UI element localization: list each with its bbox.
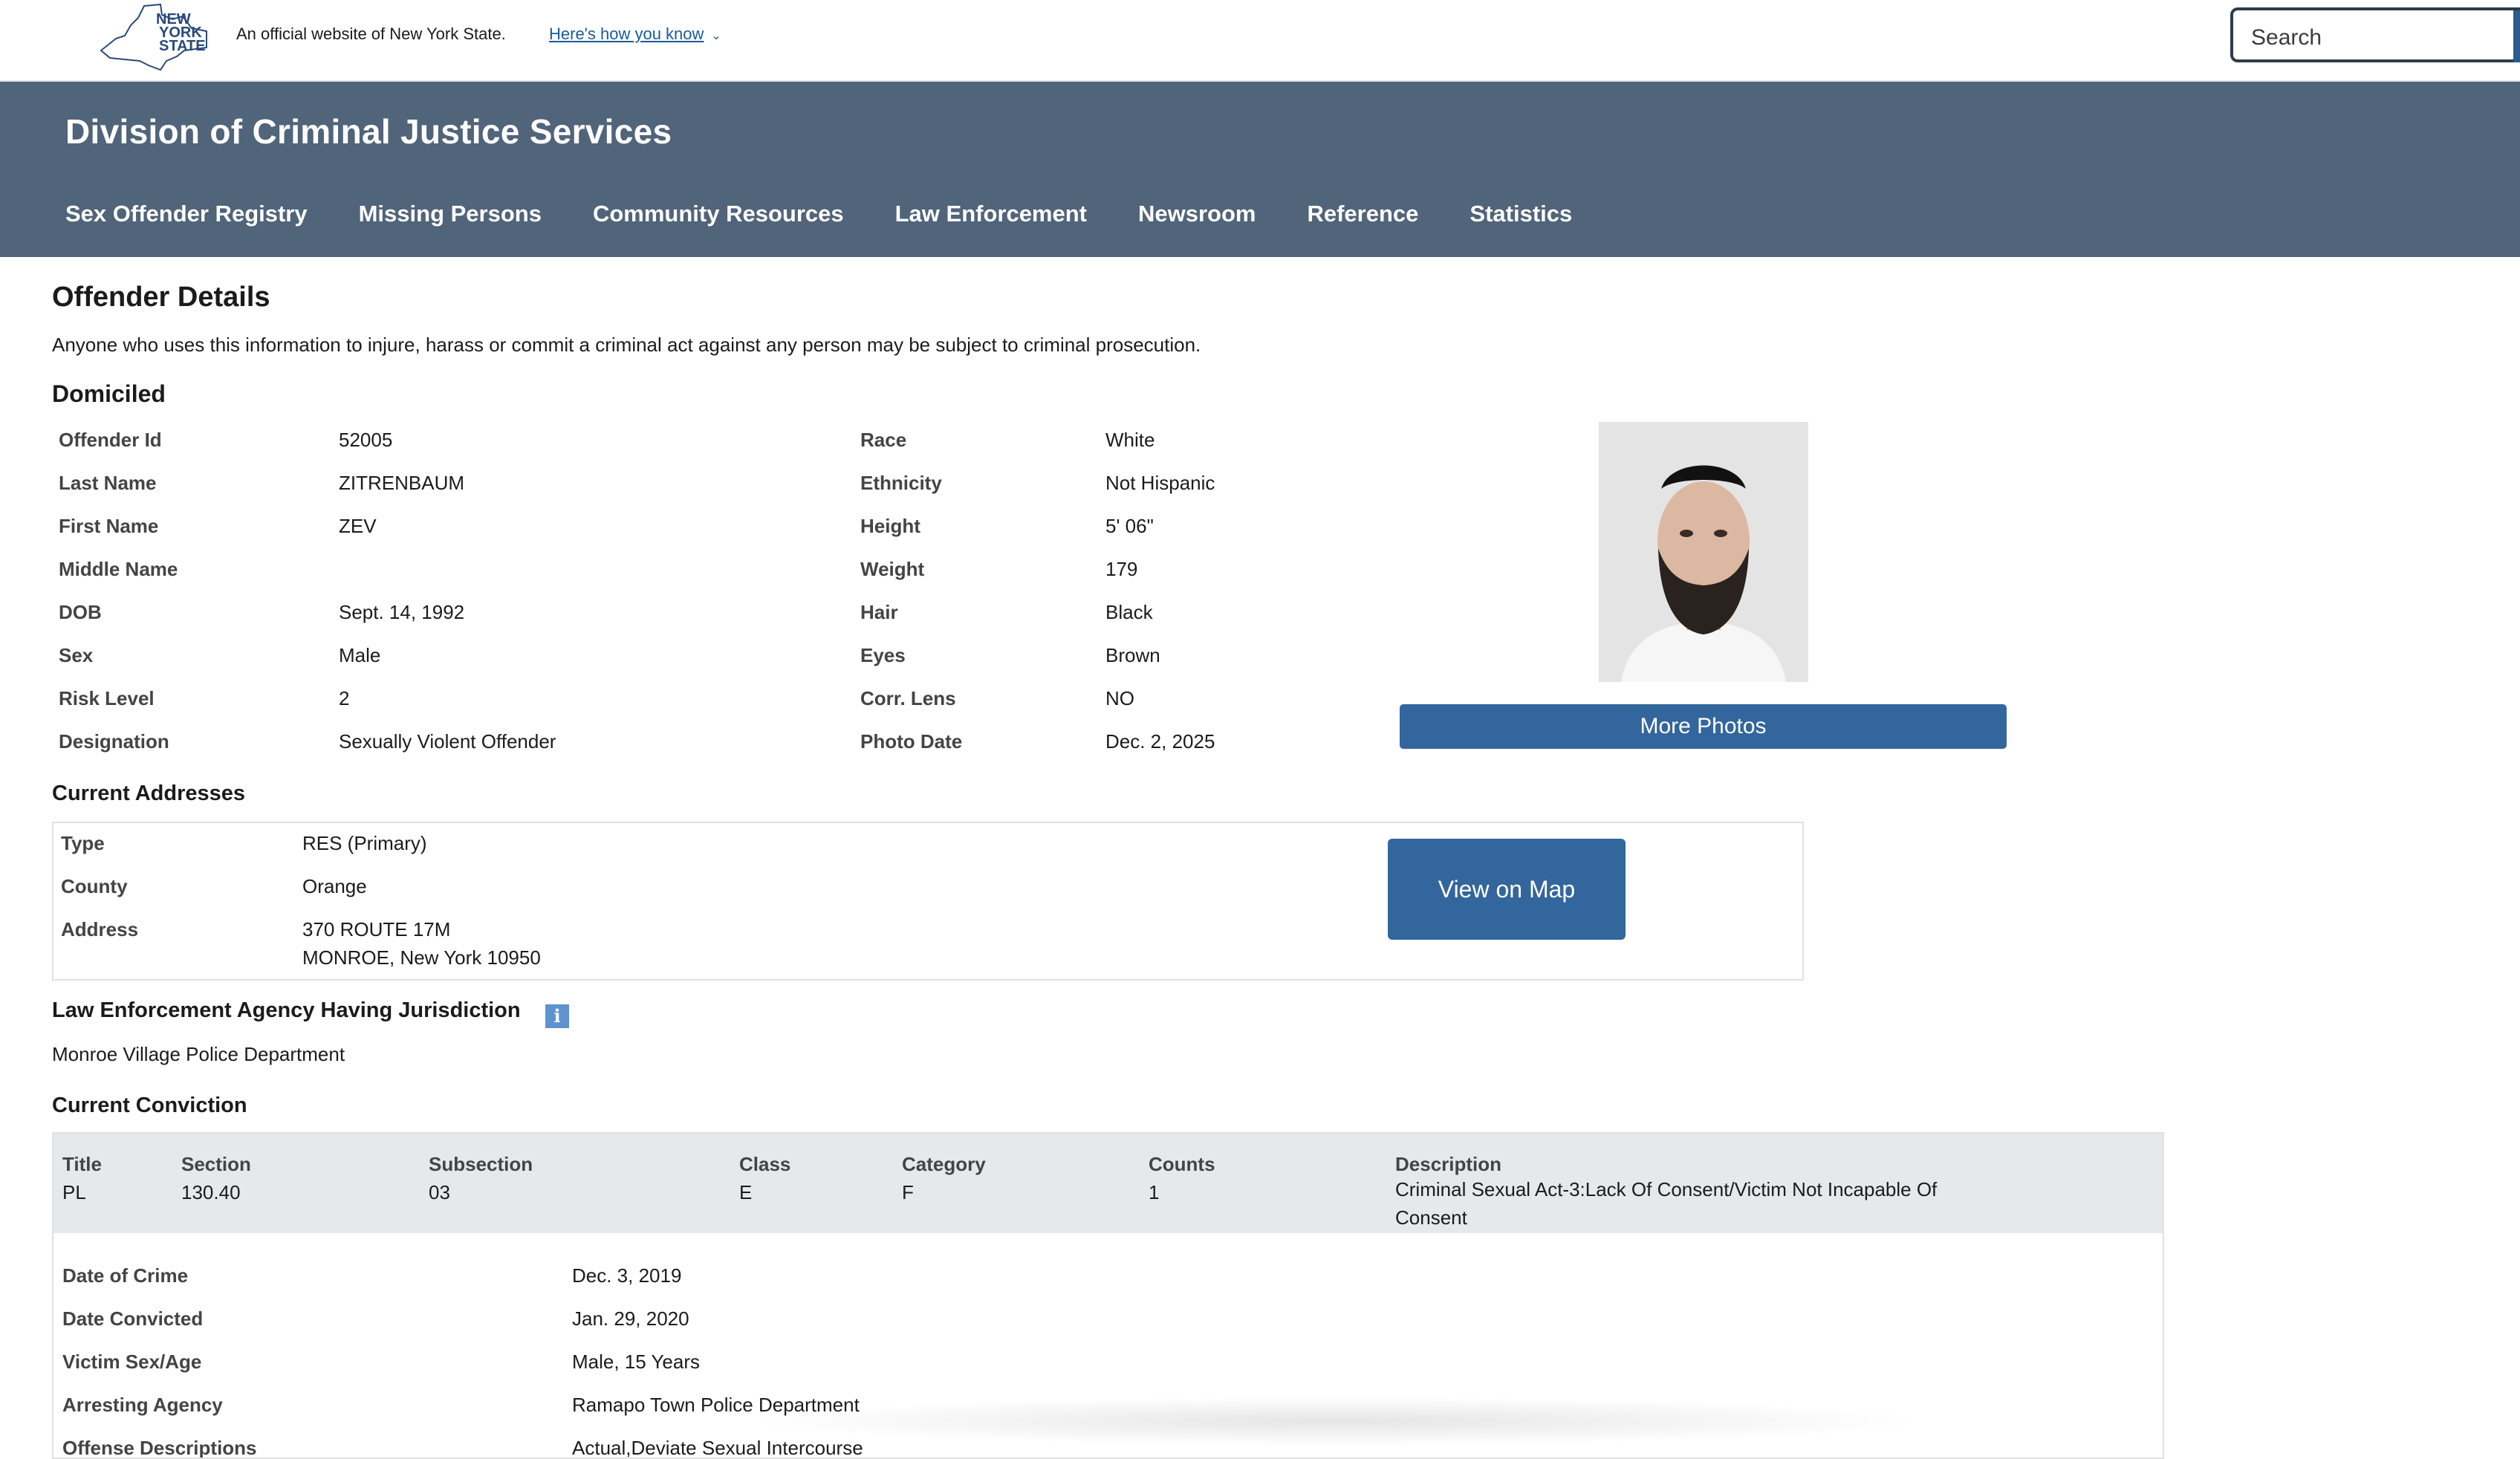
value-dob: Sept. 14, 1992 — [339, 601, 465, 623]
label-county: County — [61, 875, 128, 897]
label-date-of-crime: Date of Crime — [62, 1264, 189, 1287]
col-counts-value: 1 — [1149, 1181, 1160, 1203]
label-last-name: Last Name — [59, 472, 157, 494]
agency-header: Division of Criminal Justice Services Se… — [0, 82, 2520, 257]
nav-item-missing-persons[interactable]: Missing Persons — [359, 201, 542, 227]
official-website-text: An official website of New York State. — [236, 25, 506, 43]
value-ethnicity: Not Hispanic — [1105, 472, 1215, 494]
search-input[interactable]: Search — [2230, 7, 2520, 62]
col-title-header: Title — [62, 1153, 102, 1175]
agency-title[interactable]: Division of Criminal Justice Services — [65, 111, 672, 152]
label-risk-level: Risk Level — [59, 687, 155, 709]
offender-photo[interactable] — [1599, 422, 1808, 682]
jurisdiction-agency: Monroe Village Police Department — [52, 1043, 345, 1065]
value-address-line2: MONROE, New York 10950 — [302, 946, 541, 969]
value-arresting-agency: Ramapo Town Police Department — [572, 1394, 860, 1416]
label-address: Address — [61, 918, 139, 940]
nav-item-community-resources[interactable]: Community Resources — [593, 201, 844, 227]
label-offender-id: Offender Id — [59, 429, 162, 451]
value-last-name: ZITRENBAUM — [339, 472, 464, 494]
value-photo-date: Dec. 2, 2025 — [1105, 730, 1215, 753]
status-heading: Domiciled — [52, 380, 166, 407]
label-offense-descriptions: Offense Descriptions — [62, 1437, 257, 1459]
col-class-header: Class — [739, 1153, 791, 1175]
label-corr-lens: Corr. Lens — [860, 687, 956, 709]
value-county: Orange — [302, 875, 367, 897]
nys-logo-icon[interactable]: NEW YORK STATE — [95, 1, 211, 71]
offender-photo-illustration — [1599, 422, 1808, 682]
addresses-heading: Current Addresses — [52, 782, 246, 805]
label-address-type: Type — [61, 832, 105, 854]
label-arresting-agency: Arresting Agency — [62, 1394, 223, 1416]
label-sex: Sex — [59, 644, 94, 666]
col-subsection-value: 03 — [429, 1181, 450, 1203]
conviction-heading: Current Conviction — [52, 1094, 247, 1117]
col-class-value: E — [739, 1181, 753, 1203]
nav-item-statistics[interactable]: Statistics — [1470, 201, 1572, 227]
col-description-header: Description — [1395, 1153, 1502, 1175]
official-banner: NEW YORK STATE An official website of Ne… — [0, 0, 2520, 82]
label-date-convicted: Date Convicted — [62, 1307, 204, 1330]
col-title-value: PL — [62, 1181, 86, 1203]
heres-how-you-know-label: Here's how you know — [549, 25, 704, 43]
label-middle-name: Middle Name — [59, 558, 178, 580]
value-sex: Male — [339, 644, 381, 666]
conviction-table-header: Title PL Section 130.40 Subsection 03 Cl… — [53, 1134, 2163, 1233]
chevron-down-icon: ⌄ — [711, 30, 721, 42]
label-photo-date: Photo Date — [860, 730, 963, 753]
jurisdiction-heading: Law Enforcement Agency Having Jurisdicti… — [52, 998, 521, 1022]
value-address-type: RES (Primary) — [302, 832, 427, 854]
col-category-value: F — [902, 1181, 914, 1203]
page-title: Offender Details — [52, 282, 270, 313]
value-eyes: Brown — [1105, 644, 1160, 666]
value-address-line1: 370 ROUTE 17M — [302, 918, 451, 940]
value-race: White — [1105, 429, 1155, 451]
col-section-header: Section — [181, 1153, 251, 1175]
value-corr-lens: NO — [1105, 687, 1134, 709]
label-hair: Hair — [860, 601, 898, 623]
value-hair: Black — [1105, 601, 1153, 623]
value-designation: Sexually Violent Offender — [339, 730, 556, 753]
logo-line-3: STATE — [159, 38, 206, 54]
more-photos-button[interactable]: More Photos — [1400, 704, 2007, 749]
value-victim-sex-age: Male, 15 Years — [572, 1351, 701, 1373]
col-section-value: 130.40 — [181, 1181, 241, 1203]
value-risk-level: 2 — [339, 687, 350, 709]
value-offense-descriptions: Actual,Deviate Sexual Intercourse — [572, 1437, 863, 1459]
col-category-header: Category — [902, 1153, 986, 1175]
nav-item-newsroom[interactable]: Newsroom — [1138, 201, 1256, 227]
conviction-panel: Title PL Section 130.40 Subsection 03 Cl… — [52, 1132, 2164, 1459]
value-date-of-crime: Dec. 3, 2019 — [572, 1264, 682, 1287]
nav-item-sex-offender-registry[interactable]: Sex Offender Registry — [65, 201, 308, 227]
label-dob: DOB — [59, 601, 102, 623]
col-description-value: Criminal Sexual Act-3:Lack Of Consent/Vi… — [1395, 1178, 1938, 1229]
value-height: 5' 06" — [1105, 515, 1154, 537]
search-button[interactable] — [2513, 10, 2520, 62]
nav-item-law-enforcement[interactable]: Law Enforcement — [895, 201, 1087, 227]
label-first-name: First Name — [59, 515, 159, 537]
label-weight: Weight — [860, 558, 925, 580]
value-first-name: ZEV — [339, 515, 377, 537]
col-counts-header: Counts — [1149, 1153, 1215, 1175]
heres-how-you-know-link[interactable]: Here's how you know ⌄ — [549, 25, 721, 44]
view-on-map-button[interactable]: View on Map — [1388, 839, 1626, 940]
label-race: Race — [860, 429, 907, 451]
disclaimer-text: Anyone who uses this information to inju… — [52, 334, 1201, 356]
value-date-convicted: Jan. 29, 2020 — [572, 1307, 689, 1330]
info-icon[interactable]: i — [545, 1004, 569, 1028]
label-height: Height — [860, 515, 920, 537]
label-eyes: Eyes — [860, 644, 906, 666]
main-nav: Sex Offender Registry Missing Persons Co… — [65, 201, 1623, 227]
nav-item-reference[interactable]: Reference — [1307, 201, 1418, 227]
label-victim-sex-age: Victim Sex/Age — [62, 1351, 202, 1373]
label-ethnicity: Ethnicity — [860, 472, 942, 494]
value-offender-id: 52005 — [339, 429, 393, 451]
label-designation: Designation — [59, 730, 169, 753]
value-weight: 179 — [1105, 558, 1138, 580]
col-subsection-header: Subsection — [429, 1153, 533, 1175]
